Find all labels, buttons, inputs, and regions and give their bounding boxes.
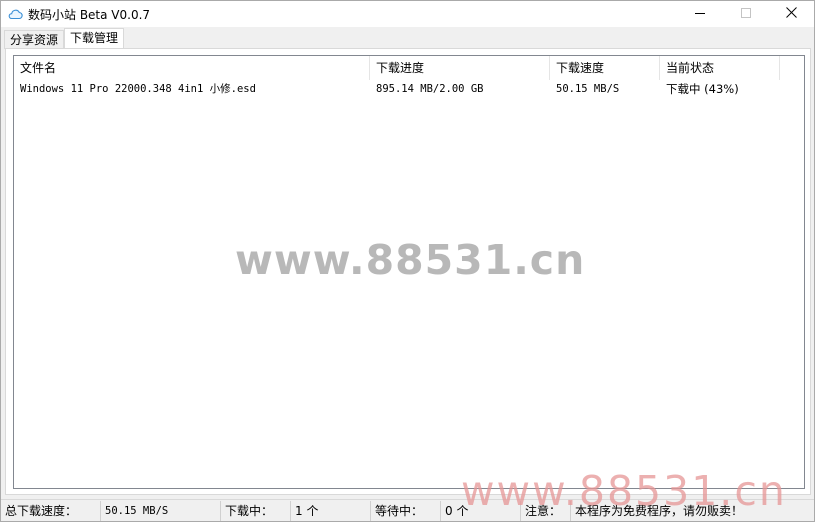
row-filename: Windows 11 Pro 22000.348 4in1 小修.esd bbox=[20, 83, 256, 95]
app-window: 数码小站 Beta V0.0.7 分享资源 下载管理 文件名 下载进度 下载速度… bbox=[0, 0, 815, 522]
column-header-speed[interactable]: 下载速度 bbox=[550, 56, 660, 80]
row-status: 下载中 (43%) bbox=[666, 82, 739, 96]
minimize-icon bbox=[695, 7, 705, 21]
tab-strip: 分享资源 下载管理 bbox=[1, 27, 814, 49]
watermark-center: www.88531.cn bbox=[235, 236, 586, 284]
cloud-icon bbox=[7, 6, 23, 22]
watermark-corner: www.88531.cn bbox=[461, 467, 787, 515]
table-row[interactable]: Windows 11 Pro 22000.348 4in1 小修.esd 895… bbox=[14, 80, 804, 98]
status-total-speed-label: 总下载速度： bbox=[1, 501, 101, 521]
tab-download-manager[interactable]: 下载管理 bbox=[64, 28, 125, 49]
row-speed: 50.15 MB/S bbox=[556, 83, 620, 95]
column-header-filename[interactable]: 文件名 bbox=[14, 56, 370, 80]
maximize-button[interactable] bbox=[723, 1, 769, 27]
status-total-speed-value: 50.15 MB/S bbox=[101, 501, 221, 521]
close-button[interactable] bbox=[768, 1, 814, 27]
row-progress: 895.14 MB/2.00 GB bbox=[376, 83, 484, 95]
window-title: 数码小站 Beta V0.0.7 bbox=[28, 8, 151, 22]
minimize-button[interactable] bbox=[677, 1, 723, 27]
status-downloading-label: 下载中： bbox=[221, 501, 291, 521]
list-header: 文件名 下载进度 下载速度 当前状态 bbox=[14, 56, 804, 80]
maximize-icon bbox=[741, 7, 751, 21]
status-waiting-label: 等待中： bbox=[371, 501, 441, 521]
close-icon bbox=[785, 7, 797, 21]
tab-share-resources[interactable]: 分享资源 bbox=[4, 30, 65, 49]
column-header-status[interactable]: 当前状态 bbox=[660, 56, 780, 80]
status-downloading-value: 1 个 bbox=[291, 501, 371, 521]
title-bar[interactable]: 数码小站 Beta V0.0.7 bbox=[1, 1, 814, 27]
column-header-progress[interactable]: 下载进度 bbox=[370, 56, 550, 80]
